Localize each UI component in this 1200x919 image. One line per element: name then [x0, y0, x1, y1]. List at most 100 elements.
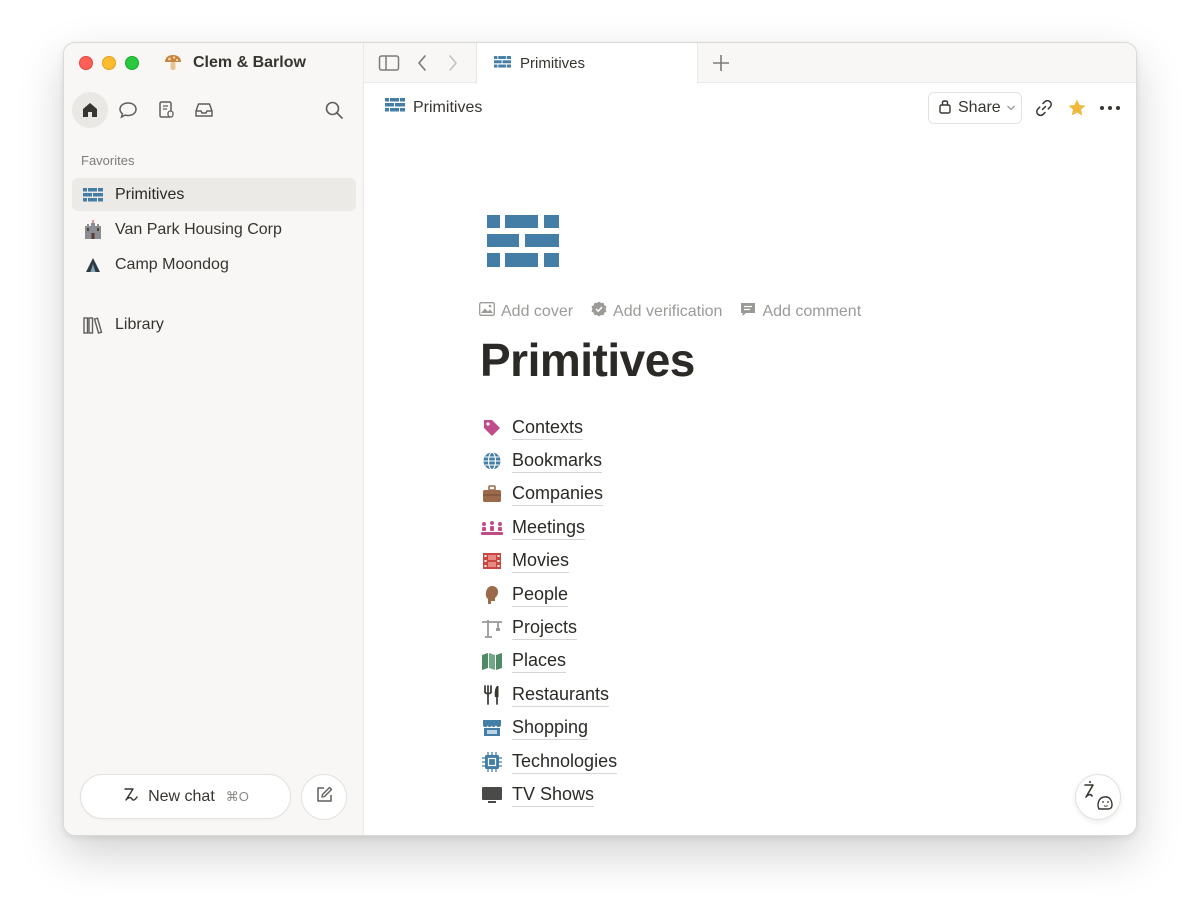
- tent-icon: [82, 254, 104, 276]
- lock-icon: [938, 98, 952, 119]
- app-window: Clem & Barlow Favorites Primitives Van P…: [63, 42, 1137, 836]
- breadcrumb[interactable]: Primitives: [385, 98, 482, 117]
- favorite-star-icon[interactable]: [1065, 96, 1089, 120]
- compose-icon: [314, 785, 334, 810]
- page-title[interactable]: Primitives: [480, 333, 695, 387]
- page-link-label: Meetings: [512, 516, 586, 540]
- sidebar-item-camp-moondog[interactable]: Camp Moondog: [72, 248, 356, 281]
- main-content: Primitives Primitives Share Add cover Ad…: [364, 43, 1136, 835]
- ai-squiggle-icon: [122, 785, 140, 808]
- tv-icon: [481, 784, 503, 806]
- briefcase-icon: [481, 483, 503, 505]
- sidebar-item-label: Library: [115, 315, 164, 333]
- new-chat-shortcut: ⌘O: [225, 788, 249, 804]
- tag-icon: [481, 417, 503, 439]
- more-options-icon[interactable]: [1098, 96, 1122, 120]
- page-link-label: Bookmarks: [512, 449, 603, 474]
- page-link-people[interactable]: People: [481, 578, 617, 611]
- page-link-label: Projects: [512, 616, 578, 641]
- castle-icon: [82, 219, 104, 241]
- chevron-down-icon: [1006, 99, 1016, 117]
- sidebar-item-library[interactable]: Library: [72, 308, 356, 341]
- share-label: Share: [958, 99, 1001, 116]
- add-comment-label: Add comment: [762, 302, 862, 320]
- add-cover-label: Add cover: [501, 302, 574, 320]
- image-icon: [479, 302, 495, 321]
- search-icon[interactable]: [316, 92, 352, 128]
- bricks-icon: [82, 184, 104, 206]
- comment-icon: [740, 302, 756, 322]
- page-link-label: Movies: [512, 549, 570, 574]
- new-chat-label: New chat: [148, 787, 215, 805]
- share-button[interactable]: Share: [928, 92, 1022, 124]
- page-link-label: People: [512, 583, 569, 607]
- add-verification-label: Add verification: [613, 302, 723, 320]
- page-link-shopping[interactable]: Shopping: [481, 712, 617, 745]
- sidebar-toolbar: [72, 92, 356, 128]
- add-comment-button[interactable]: Add comment: [740, 302, 861, 322]
- page-link-meetings[interactable]: Meetings: [481, 511, 617, 544]
- new-tab-plus-icon[interactable]: [709, 51, 733, 75]
- sidebar-item-label: Camp Moondog: [115, 255, 229, 273]
- storefront-icon: [481, 717, 503, 739]
- page-link-label: Places: [512, 649, 567, 674]
- chat-bubble-icon[interactable]: [110, 92, 146, 128]
- page-link-places[interactable]: Places: [481, 645, 617, 678]
- page-link-contexts[interactable]: Contexts: [481, 411, 617, 444]
- sidebar-item-van-park-housing-corp[interactable]: Van Park Housing Corp: [72, 213, 356, 246]
- home-icon[interactable]: [72, 92, 108, 128]
- page-link-bookmarks[interactable]: Bookmarks: [481, 444, 617, 477]
- tab-primitives[interactable]: Primitives: [476, 43, 698, 84]
- page-link-restaurants[interactable]: Restaurants: [481, 678, 617, 711]
- page-link-label: Technologies: [512, 750, 618, 774]
- bricks-icon: [385, 98, 405, 117]
- page-link-list: Contexts Bookmarks Companies Meetings Mo…: [481, 411, 618, 812]
- page-link-label: Shopping: [512, 716, 589, 741]
- sidebar-item-primitives[interactable]: Primitives: [72, 178, 356, 211]
- page-link-projects[interactable]: Projects: [481, 611, 617, 644]
- page-link-movies[interactable]: Movies: [481, 545, 617, 578]
- chip-icon: [481, 751, 503, 773]
- page-icon-bricks[interactable]: [487, 215, 559, 272]
- page-link-label: TV Shows: [512, 783, 595, 807]
- page-link-technologies[interactable]: Technologies: [481, 745, 618, 778]
- page-link-companies[interactable]: Companies: [481, 478, 617, 511]
- sidebar: Clem & Barlow Favorites Primitives Van P…: [64, 43, 364, 835]
- person-head-icon: [481, 584, 503, 606]
- meeting-icon: [481, 517, 503, 539]
- workspace-name[interactable]: Clem & Barlow: [193, 54, 306, 72]
- meeting-notes-icon[interactable]: [148, 92, 184, 128]
- sidebar-toggle-icon[interactable]: [378, 52, 400, 74]
- favorites-section-label[interactable]: Favorites: [81, 153, 134, 168]
- add-cover-button[interactable]: Add cover: [479, 302, 573, 321]
- ai-assistant-button[interactable]: [1075, 774, 1121, 820]
- zoom-window-button[interactable]: [125, 56, 139, 70]
- crane-icon: [481, 617, 503, 639]
- verified-badge-icon: [591, 301, 607, 322]
- add-verification-button[interactable]: Add verification: [591, 301, 722, 322]
- map-icon: [481, 650, 503, 672]
- link-icon[interactable]: [1032, 96, 1056, 120]
- sidebar-item-label: Primitives: [115, 185, 185, 203]
- page-link-label: Companies: [512, 482, 604, 507]
- traffic-lights: [79, 56, 139, 70]
- bricks-icon: [494, 55, 511, 73]
- inbox-icon[interactable]: [186, 92, 222, 128]
- breadcrumb-label: Primitives: [413, 98, 483, 116]
- page-actions: Add cover Add verification Add comment: [479, 301, 879, 322]
- forward-chevron-icon[interactable]: [442, 52, 464, 74]
- page-link-label: Contexts: [512, 416, 584, 440]
- sidebar-item-label: Van Park Housing Corp: [115, 220, 282, 238]
- close-window-button[interactable]: [79, 56, 93, 70]
- mushroom-icon[interactable]: [164, 54, 182, 72]
- back-chevron-icon[interactable]: [411, 52, 433, 74]
- new-chat-button[interactable]: New chat ⌘O: [80, 774, 291, 819]
- film-icon: [481, 550, 503, 572]
- library-icon: [82, 314, 104, 336]
- globe-icon: [481, 450, 503, 472]
- minimize-window-button[interactable]: [102, 56, 116, 70]
- compose-button[interactable]: [301, 774, 347, 820]
- page-link-tv-shows[interactable]: TV Shows: [481, 778, 617, 811]
- page-link-label: Restaurants: [512, 683, 610, 707]
- tab-bar: Primitives: [364, 43, 1136, 84]
